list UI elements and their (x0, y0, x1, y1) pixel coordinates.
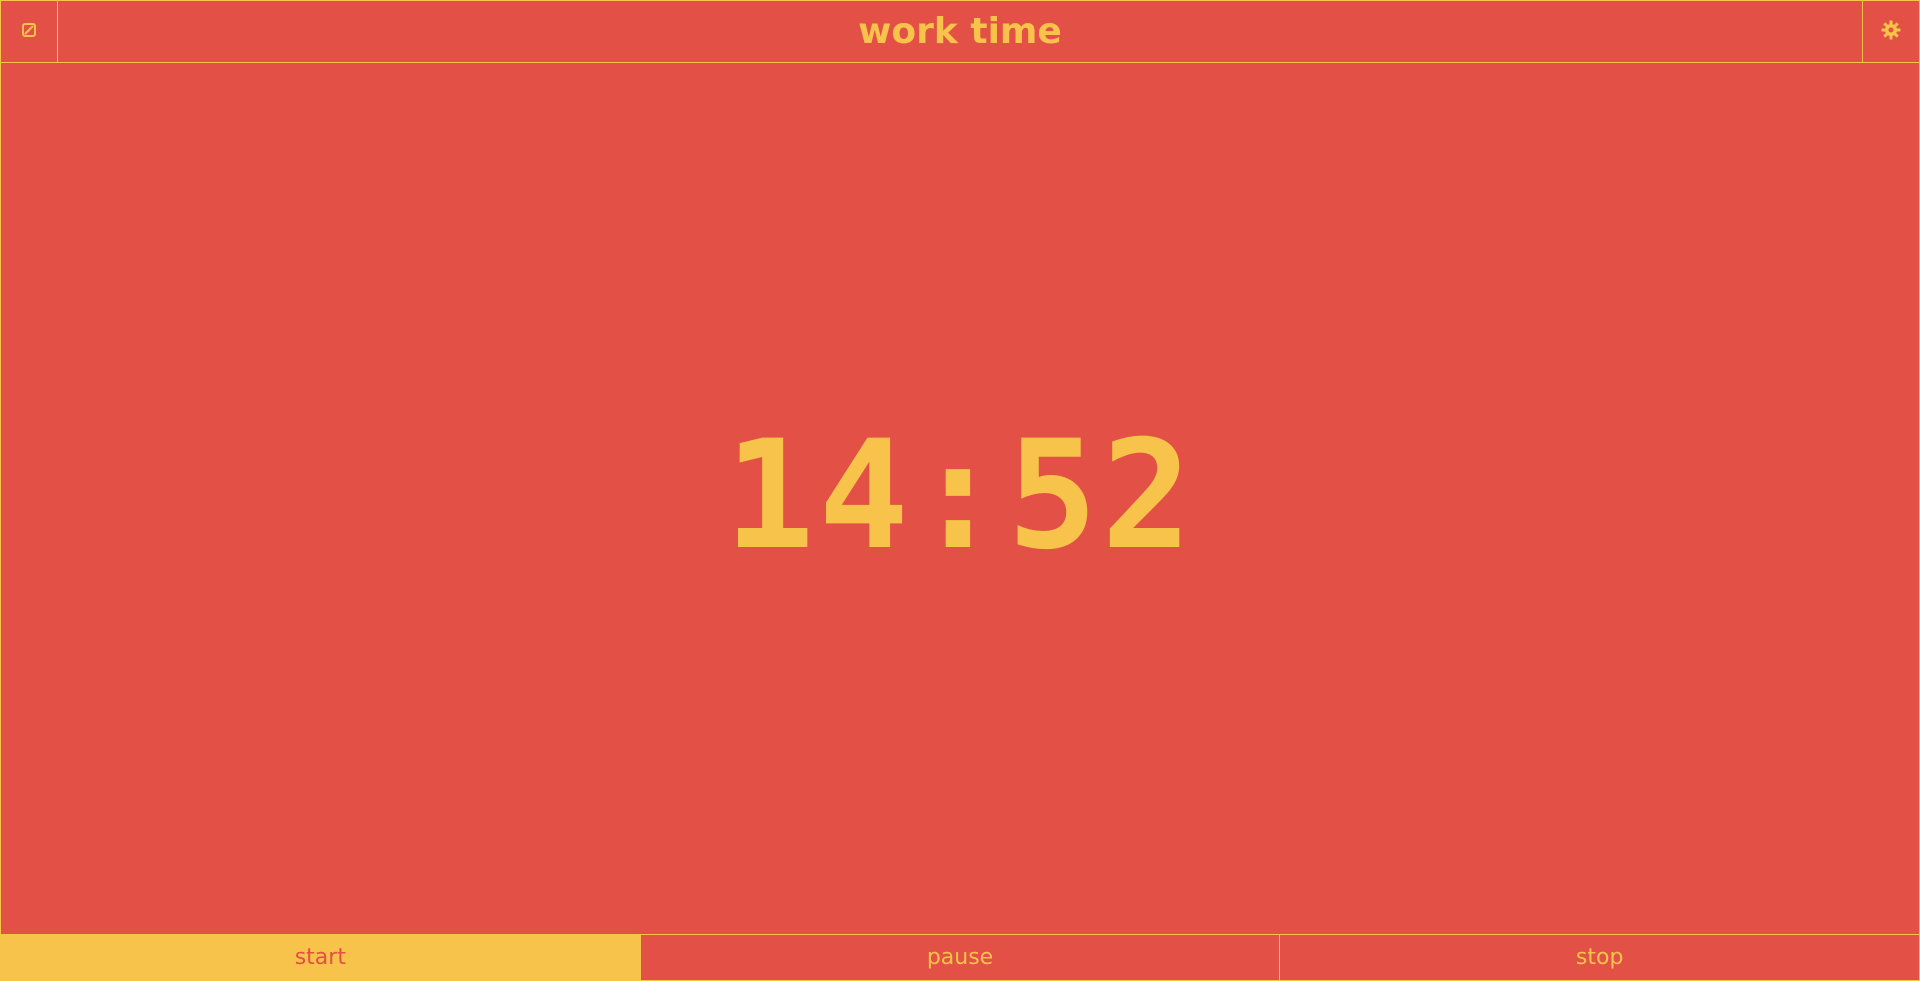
title-container: work time (58, 1, 1862, 62)
start-button[interactable]: start (1, 935, 640, 980)
timer-area: 14:52 (1, 63, 1919, 935)
settings-button[interactable] (1862, 1, 1919, 62)
header-bar: work time (1, 1, 1919, 63)
edit-button[interactable] (1, 1, 58, 62)
control-bar: start pause stop (1, 934, 1920, 980)
edit-icon (22, 22, 36, 41)
timer-display: 14:52 (724, 409, 1196, 583)
app-window: work time 14:52 start pause stop (0, 0, 1920, 981)
gear-icon (1881, 20, 1901, 44)
pause-button[interactable]: pause (639, 935, 1280, 980)
page-title: work time (858, 11, 1062, 52)
stop-button[interactable]: stop (1279, 935, 1920, 980)
